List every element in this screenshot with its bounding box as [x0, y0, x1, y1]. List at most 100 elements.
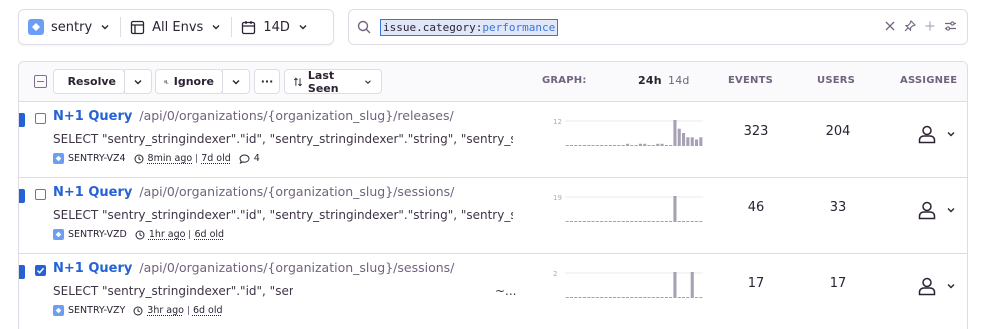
last-seen: 1hr ago [148, 229, 186, 240]
graph-bar [695, 297, 699, 298]
issue-title[interactable]: N+1 Query/api/0/organizations/{organizat… [53, 260, 454, 276]
environment-label: All Envs [152, 19, 204, 35]
users-column-label[interactable]: USERS [817, 75, 855, 86]
graph-bar [604, 221, 608, 222]
graph-bar [695, 139, 699, 146]
graph-bar [656, 221, 660, 222]
ignore-button[interactable]: Ignore [155, 69, 223, 94]
project-selector[interactable]: sentry [19, 10, 120, 44]
resolve-dropdown-button[interactable] [124, 69, 152, 94]
search-query-token[interactable]: issue.category:performance [380, 18, 559, 36]
graph-bar [582, 145, 586, 146]
graph-bar [634, 145, 638, 146]
graph-bar [608, 221, 612, 222]
last-seen: 8min ago [147, 153, 193, 164]
graph-bar [699, 297, 703, 298]
issue-checkbox[interactable] [35, 113, 46, 124]
page-filter-bar: sentry All Envs 14D [18, 9, 334, 45]
first-seen: 7d old [201, 153, 231, 164]
users-count[interactable]: 204 [808, 124, 868, 139]
events-count[interactable]: 46 [726, 200, 786, 215]
unread-indicator [19, 189, 25, 203]
issue-row[interactable]: N+1 Query/api/0/organizations/{organizat… [19, 102, 967, 178]
graph-24h-toggle[interactable]: 24h [638, 74, 662, 87]
ignore-label: Ignore [173, 75, 214, 88]
sort-by-button[interactable]: Last Seen [284, 69, 382, 95]
ignore-dropdown-button[interactable] [222, 69, 250, 94]
environment-selector[interactable]: All Envs [121, 10, 231, 44]
graph-bar [578, 221, 582, 222]
issue-row[interactable]: N+1 Query/api/0/organizations/{organizat… [19, 178, 967, 254]
issue-row[interactable]: N+1 Query/api/0/organizations/{organizat… [19, 254, 967, 329]
chevron-down-icon [212, 25, 220, 30]
issue-checkbox[interactable] [35, 189, 46, 200]
event-graph: 19 [553, 194, 703, 222]
more-actions-button[interactable]: ··· [254, 69, 280, 94]
project-icon [53, 229, 64, 240]
graph-bar [595, 221, 599, 222]
add-icon[interactable] [924, 20, 936, 32]
graph-bar [682, 221, 686, 222]
select-all-checkbox[interactable] [34, 75, 47, 88]
graph-bar [634, 297, 638, 298]
assignee-selector[interactable] [917, 124, 957, 144]
graph-bar [643, 221, 647, 222]
date-range-label: 14D [263, 19, 290, 35]
issue-title[interactable]: N+1 Query/api/0/organizations/{organizat… [53, 184, 454, 200]
graph-bar [664, 221, 668, 222]
issue-meta: SENTRY-VZY 3hr ago 6d old [53, 305, 223, 316]
issue-type: N+1 Query [53, 261, 133, 276]
graph-bar [673, 196, 677, 222]
users-count[interactable]: 17 [808, 276, 868, 291]
graph-14d-toggle[interactable]: 14d [668, 74, 690, 87]
issue-message: SELECT "sentry_stringindexer"."id", "sen [53, 284, 293, 298]
events-count[interactable]: 323 [726, 124, 786, 139]
issue-meta: SENTRY-VZ4 8min ago 7d old 4 [53, 153, 260, 164]
short-id[interactable]: SENTRY-VZ4 [68, 153, 126, 164]
assignee-selector[interactable] [917, 200, 957, 220]
issue-title[interactable]: N+1 Query/api/0/organizations/{organizat… [53, 108, 454, 124]
resolve-button[interactable]: Resolve [53, 69, 125, 94]
mute-icon [164, 79, 169, 84]
graph-bar [677, 128, 681, 146]
graph-bar [669, 145, 673, 146]
window-icon [131, 20, 145, 34]
graph-bar [582, 297, 586, 298]
user-icon [918, 125, 936, 144]
graph-bar [643, 143, 647, 146]
users-count[interactable]: 33 [808, 200, 868, 215]
issue-search-bar[interactable]: issue.category:performance [348, 9, 968, 45]
graph-bar [647, 145, 651, 146]
graph-bar [595, 297, 599, 298]
divider [187, 306, 189, 315]
events-column-label[interactable]: EVENTS [728, 75, 773, 86]
issue-checkbox[interactable] [35, 265, 46, 276]
issue-list-header: Resolve Ignore ··· Last Seen GRAPH: 24h … [19, 62, 967, 102]
user-icon [918, 201, 936, 220]
issue-location: /api/0/organizations/{organization_slug}… [139, 184, 455, 199]
graph-bar [634, 221, 638, 222]
graph-max-label: 19 [553, 194, 562, 202]
graph-bar [587, 145, 591, 146]
graph-bar [591, 221, 595, 222]
date-range-selector[interactable]: 14D [232, 10, 318, 44]
assignee-selector[interactable] [917, 276, 957, 296]
graph-bar [595, 145, 599, 146]
issue-type: N+1 Query [53, 185, 133, 200]
short-id[interactable]: SENTRY-VZY [68, 305, 125, 316]
graph-bar [617, 297, 621, 298]
clear-icon[interactable] [884, 20, 896, 32]
graph-bar [565, 297, 569, 298]
graph-bar [699, 137, 703, 146]
pin-icon[interactable] [904, 20, 916, 32]
graph-bar [574, 221, 578, 222]
graph-bar [621, 297, 625, 298]
graph-bar [690, 137, 694, 146]
graph-bar [686, 297, 690, 298]
short-id[interactable]: SENTRY-VZD [68, 229, 127, 240]
comment-count[interactable]: 4 [254, 153, 260, 164]
graph-bar [647, 221, 651, 222]
events-count[interactable]: 17 [726, 276, 786, 291]
settings-sliders-icon[interactable] [944, 20, 957, 32]
graph-bar [660, 221, 664, 222]
